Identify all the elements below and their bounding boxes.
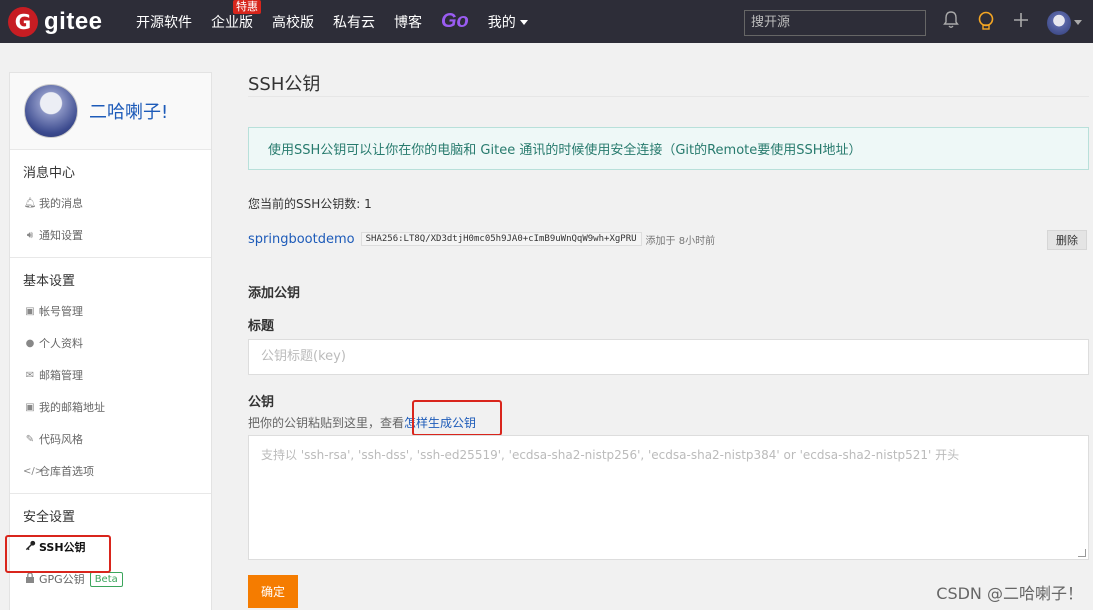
sidebar-item-label: 帐号管理	[39, 305, 83, 318]
enterprise-hot-badge: 特惠	[233, 0, 261, 14]
sidebar-item-profile[interactable]: ● 个人资料	[10, 327, 211, 359]
key-label: 公钥	[248, 395, 275, 410]
sidebar-item-label: GPG公钥	[39, 573, 85, 586]
sidebar-section-title: 基本设置	[23, 274, 76, 289]
nav-enterprise-label: 企业版	[211, 14, 253, 31]
sidebar-item-label: 仓库首选项	[39, 465, 94, 478]
highlight-box-generate-link	[412, 400, 502, 436]
search-input[interactable]: 搜开源	[744, 10, 926, 36]
settings-sidebar: 二哈喇子! 消息中心 🔔︎ 我的消息 🔊︎ 通知设置 基本设置 ▣ 帐号管理 ●…	[9, 72, 212, 610]
speaker-icon: 🔊︎	[26, 229, 34, 241]
ssh-key-count: 您当前的SSH公钥数: 1	[248, 197, 372, 211]
sidebar-item-my-messages[interactable]: 🔔︎ 我的消息	[10, 187, 211, 219]
sidebar-item-label: 邮箱管理	[39, 369, 83, 382]
envelope-icon: ✉	[25, 369, 35, 381]
title-label: 标题	[248, 319, 275, 334]
sidebar-item-email-address[interactable]: ▣ 我的邮箱地址	[10, 391, 211, 423]
ssh-key-added-time: 添加于 8小时前	[645, 235, 716, 247]
sidebar-item-email-management[interactable]: ✉ 邮箱管理	[10, 359, 211, 391]
sidebar-section-title: 安全设置	[23, 510, 76, 525]
user-avatar-menu[interactable]	[1047, 11, 1071, 35]
add-key-heading: 添加公钥	[248, 286, 301, 301]
beta-badge: Beta	[89, 571, 123, 587]
profile-name[interactable]: 二哈喇子!	[89, 98, 168, 124]
info-banner: 使用SSH公钥可以让你在你的电脑和 Gitee 通讯的时候使用安全连接（Git的…	[248, 127, 1089, 170]
delete-key-button[interactable]: 删除	[1047, 230, 1087, 250]
sidebar-item-label: 我的消息	[39, 197, 83, 210]
submit-button[interactable]: 确定	[248, 575, 298, 608]
public-key-textarea[interactable]: 支持以 'ssh-rsa', 'ssh-dss', 'ssh-ed25519',…	[248, 435, 1089, 560]
watermark: CSDN @二哈喇子！	[936, 584, 1083, 603]
address-card-icon: ▣	[25, 401, 35, 413]
highlight-box-ssh-keys	[5, 535, 111, 573]
key-hint: 把你的公钥粘贴到这里，查看怎样生成公钥	[248, 400, 1089, 436]
nav-mine-dropdown[interactable]: 我的	[488, 12, 528, 32]
lock-icon	[23, 572, 37, 586]
gitee-logo-text: gitee	[44, 7, 103, 35]
sidebar-section-messages: 消息中心 🔔︎ 我的消息 🔊︎ 通知设置	[10, 150, 211, 258]
id-card-icon: ▣	[25, 305, 35, 317]
ssh-key-name[interactable]: springbootdemo	[248, 232, 355, 247]
code-icon: </>	[23, 465, 44, 477]
main-content: SSH公钥 使用SSH公钥可以让你在你的电脑和 Gitee 通讯的时候使用安全连…	[248, 64, 1089, 608]
sidebar-item-label: 个人资料	[39, 337, 83, 350]
user-icon: ●	[25, 337, 35, 349]
nav-open-source[interactable]: 开源软件	[136, 12, 192, 32]
sidebar-item-label: 我的邮箱地址	[39, 401, 105, 414]
plus-icon[interactable]	[1012, 11, 1030, 34]
gitee-logo-icon: G	[8, 6, 38, 37]
page-title: SSH公钥	[248, 64, 1089, 97]
sidebar-item-label: 代码风格	[39, 433, 83, 446]
sidebar-item-label: 通知设置	[39, 229, 83, 242]
avatar[interactable]	[24, 84, 78, 138]
top-navbar: G gitee 开源软件 企业版 特惠 高校版 私有云 博客 Go 我的 搜开源	[0, 0, 1093, 43]
public-key-placeholder: 支持以 'ssh-rsa', 'ssh-dss', 'ssh-ed25519',…	[261, 448, 960, 462]
nav-blog[interactable]: 博客	[394, 12, 422, 32]
lightbulb-icon[interactable]	[977, 11, 995, 36]
ssh-key-row: springbootdemo SHA256:LT8Q/XD3dtjH0mc05h…	[248, 230, 1089, 250]
sidebar-section-basic: 基本设置 ▣ 帐号管理 ● 个人资料 ✉ 邮箱管理 ▣ 我的邮箱地址 ✎ 代码风…	[10, 258, 211, 494]
nav-private-cloud[interactable]: 私有云	[333, 12, 375, 32]
paintbrush-icon: ✎	[25, 433, 35, 445]
sidebar-item-repo-preferences[interactable]: </> 仓库首选项	[10, 455, 211, 487]
sidebar-profile: 二哈喇子!	[10, 73, 211, 150]
sidebar-item-notification-settings[interactable]: 🔊︎ 通知设置	[10, 219, 211, 251]
sidebar-item-code-style[interactable]: ✎ 代码风格	[10, 423, 211, 455]
ssh-key-fingerprint: SHA256:LT8Q/XD3dtjH0mc05h9JA0+cImB9uWnQq…	[360, 232, 642, 246]
nav-university[interactable]: 高校版	[272, 12, 314, 32]
nav-links: 开源软件 企业版 特惠 高校版 私有云 博客 Go 我的	[136, 0, 547, 43]
nav-enterprise[interactable]: 企业版 特惠	[211, 0, 261, 32]
gitee-logo[interactable]: G gitee	[8, 6, 136, 37]
resize-handle-icon[interactable]	[1078, 549, 1086, 557]
nav-go[interactable]: Go	[441, 10, 469, 33]
key-hint-text: 把你的公钥粘贴到这里，查看	[248, 416, 405, 430]
bell-icon: 🔔︎	[23, 197, 37, 209]
sidebar-section-title: 消息中心	[23, 166, 76, 181]
chevron-down-icon[interactable]	[1074, 20, 1082, 25]
key-title-input[interactable]: 公钥标题(key)	[248, 339, 1089, 375]
bell-icon[interactable]	[943, 11, 959, 34]
sidebar-item-account[interactable]: ▣ 帐号管理	[10, 295, 211, 327]
